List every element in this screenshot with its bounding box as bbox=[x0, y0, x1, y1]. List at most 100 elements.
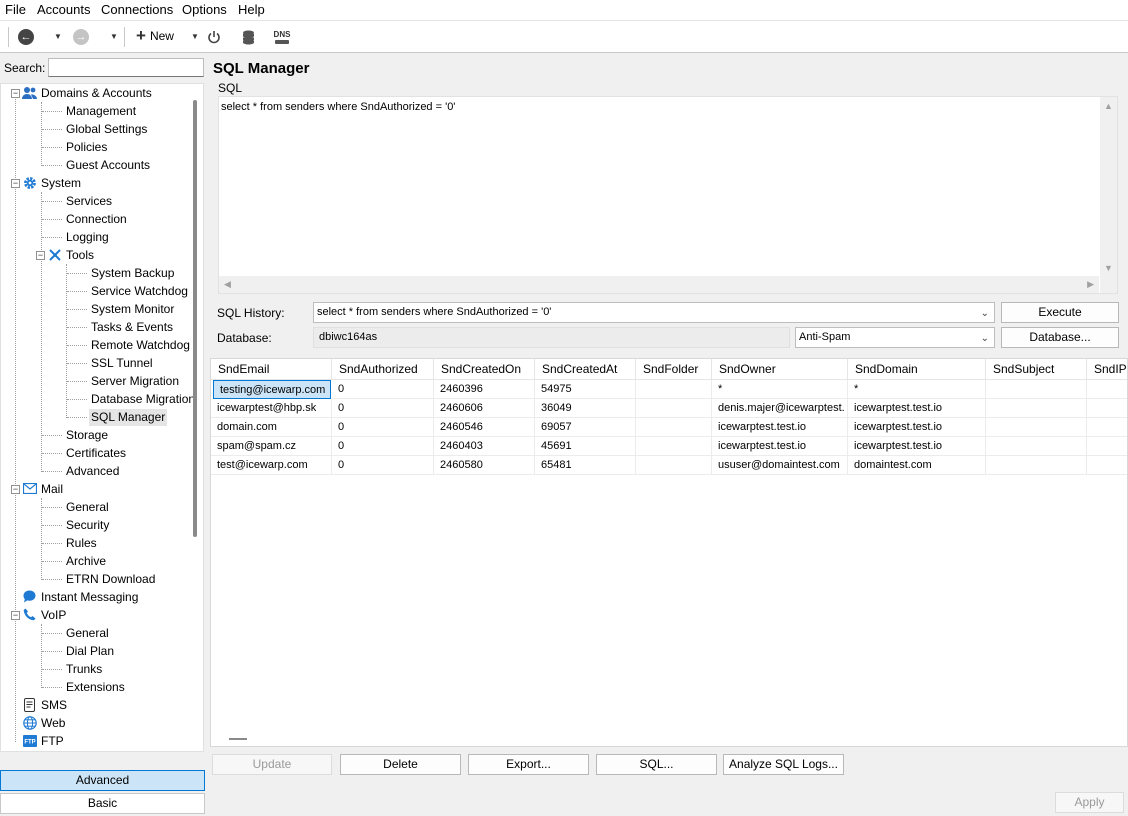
grid-cell[interactable] bbox=[1087, 418, 1127, 437]
grid-cell[interactable]: domaintest.com bbox=[848, 456, 986, 475]
grid-cell[interactable] bbox=[986, 399, 1087, 418]
grid-cell[interactable]: 2460606 bbox=[434, 399, 535, 418]
tree-item-etrn-download[interactable]: ETRN Download bbox=[66, 571, 155, 588]
grid-cell[interactable]: 2460580 bbox=[434, 456, 535, 475]
tree-item-service-watchdog[interactable]: Service Watchdog bbox=[91, 283, 188, 300]
grid-cell[interactable] bbox=[1087, 437, 1127, 456]
tree-item-system-monitor[interactable]: System Monitor bbox=[91, 301, 174, 318]
menu-accounts[interactable]: Accounts bbox=[37, 2, 90, 17]
grid-cell[interactable]: 45691 bbox=[535, 437, 636, 456]
grid-cell[interactable] bbox=[636, 437, 712, 456]
grid-cell[interactable] bbox=[986, 456, 1087, 475]
grid-cell[interactable]: 0 bbox=[332, 399, 434, 418]
grid-cell[interactable]: 0 bbox=[332, 437, 434, 456]
scroll-up-icon[interactable]: ▲ bbox=[1104, 101, 1113, 111]
grid-cell[interactable]: * bbox=[848, 380, 986, 399]
grid-cell[interactable]: 0 bbox=[332, 456, 434, 475]
tree-item-extensions[interactable]: Extensions bbox=[66, 679, 125, 696]
grid-cell[interactable] bbox=[1087, 399, 1127, 418]
sql-vertical-scrollbar[interactable]: ▲ ▼ bbox=[1100, 97, 1117, 293]
tree-item-web[interactable]: Web bbox=[41, 715, 65, 732]
grid-cell[interactable] bbox=[986, 418, 1087, 437]
back-button[interactable]: ← bbox=[18, 29, 34, 45]
tree-vertical-scrollbar[interactable] bbox=[193, 100, 197, 537]
tree-item-server-migration[interactable]: Server Migration bbox=[91, 373, 179, 390]
collapse-toggle[interactable]: − bbox=[11, 611, 20, 620]
sql-text[interactable]: select * from senders where SndAuthorize… bbox=[221, 101, 455, 113]
grid-cell[interactable] bbox=[1087, 380, 1127, 399]
tree-item-voip-general[interactable]: General bbox=[66, 625, 109, 642]
delete-button[interactable]: Delete bbox=[340, 754, 461, 775]
scroll-left-icon[interactable]: ◀ bbox=[224, 279, 231, 290]
menu-help[interactable]: Help bbox=[238, 2, 265, 17]
grid-cell[interactable] bbox=[636, 456, 712, 475]
tree-item-instant-messaging[interactable]: Instant Messaging bbox=[41, 589, 138, 606]
tree-item-services[interactable]: Services bbox=[66, 193, 112, 210]
collapse-toggle[interactable]: − bbox=[11, 89, 20, 98]
sql-horizontal-scrollbar[interactable]: ◀ ▶ bbox=[219, 276, 1099, 293]
grid-cell-selected[interactable]: testing@icewarp.com bbox=[213, 380, 331, 399]
tree-item-tasks-events[interactable]: Tasks & Events bbox=[91, 319, 173, 336]
column-header[interactable]: SndFolder bbox=[636, 359, 712, 380]
new-button[interactable]: + New bbox=[136, 27, 174, 44]
tree-item-mail[interactable]: Mail bbox=[41, 481, 63, 498]
tree-item-ftp[interactable]: FTP bbox=[41, 733, 64, 750]
tree-item-guest-accounts[interactable]: Guest Accounts bbox=[66, 157, 150, 174]
grid-cell[interactable] bbox=[636, 418, 712, 437]
menu-connections[interactable]: Connections bbox=[101, 2, 173, 17]
grid-cell[interactable]: spam@spam.cz bbox=[211, 437, 332, 456]
grid-cell[interactable]: test@icewarp.com bbox=[211, 456, 332, 475]
tree-item-mail-rules[interactable]: Rules bbox=[66, 535, 97, 552]
forward-dropdown-icon[interactable]: ▼ bbox=[110, 32, 118, 41]
results-grid[interactable]: SndEmail SndAuthorized SndCreatedOn SndC… bbox=[210, 358, 1128, 747]
tree-item-mail-security[interactable]: Security bbox=[66, 517, 109, 534]
tree-item-system[interactable]: System bbox=[41, 175, 81, 192]
column-header[interactable]: SndAuthorized bbox=[332, 359, 434, 380]
collapse-toggle[interactable]: − bbox=[36, 251, 45, 260]
column-header[interactable]: SndEmail bbox=[211, 359, 332, 380]
tree-item-connection[interactable]: Connection bbox=[66, 211, 127, 228]
database-button[interactable]: Database... bbox=[1001, 327, 1119, 348]
grid-cell[interactable]: icewarptest.test.io bbox=[712, 418, 848, 437]
tree-item-mail-general[interactable]: General bbox=[66, 499, 109, 516]
tree-item-mail-archive[interactable]: Archive bbox=[66, 553, 106, 570]
tree-item-logging[interactable]: Logging bbox=[66, 229, 109, 246]
grid-cell[interactable] bbox=[636, 380, 712, 399]
tree-item-dial-plan[interactable]: Dial Plan bbox=[66, 643, 114, 660]
grid-cell[interactable]: 0 bbox=[332, 418, 434, 437]
search-input[interactable] bbox=[48, 58, 204, 77]
tree-item-sms[interactable]: SMS bbox=[41, 697, 67, 714]
tree-item-remote-watchdog[interactable]: Remote Watchdog bbox=[91, 337, 190, 354]
collapse-toggle[interactable]: − bbox=[11, 485, 20, 494]
apply-button[interactable]: Apply bbox=[1055, 792, 1124, 813]
forward-button[interactable]: → bbox=[73, 29, 89, 45]
sql-button[interactable]: SQL... bbox=[596, 754, 717, 775]
tree-item-ssl-tunnel[interactable]: SSL Tunnel bbox=[91, 355, 153, 372]
grid-cell[interactable]: 2460546 bbox=[434, 418, 535, 437]
grid-cell[interactable]: 0 bbox=[332, 380, 434, 399]
tree-item-certificates[interactable]: Certificates bbox=[66, 445, 126, 462]
column-header[interactable]: SndIP bbox=[1087, 359, 1127, 380]
grid-cell[interactable] bbox=[986, 437, 1087, 456]
grid-cell[interactable]: icewarptest.test.io bbox=[848, 418, 986, 437]
dns-button[interactable]: DNS bbox=[272, 28, 292, 46]
collapse-toggle[interactable]: − bbox=[11, 179, 20, 188]
database-type-combo[interactable]: Anti-Spam ⌄ bbox=[795, 327, 995, 348]
scroll-down-icon[interactable]: ▼ bbox=[1104, 263, 1113, 273]
grid-cell[interactable]: 69057 bbox=[535, 418, 636, 437]
tree-item-trunks[interactable]: Trunks bbox=[66, 661, 102, 678]
column-header[interactable]: SndCreatedOn bbox=[434, 359, 535, 380]
grid-cell[interactable]: denis.majer@icewarptest. bbox=[712, 399, 848, 418]
grid-cell[interactable]: 2460403 bbox=[434, 437, 535, 456]
grid-cell[interactable]: domain.com bbox=[211, 418, 332, 437]
tree-item-system-backup[interactable]: System Backup bbox=[91, 265, 174, 282]
tree-item-database-migration[interactable]: Database Migration bbox=[91, 391, 195, 408]
database-button[interactable] bbox=[239, 28, 257, 46]
tree-item-voip[interactable]: VoIP bbox=[41, 607, 66, 624]
tree-item-advanced[interactable]: Advanced bbox=[66, 463, 119, 480]
tree-item-tools[interactable]: Tools bbox=[66, 247, 94, 264]
grid-cell[interactable]: icewarptest.test.io bbox=[848, 437, 986, 456]
update-button[interactable]: Update bbox=[212, 754, 332, 775]
grid-cell[interactable]: icewarptest@hbp.sk bbox=[211, 399, 332, 418]
tree-item-policies[interactable]: Policies bbox=[66, 139, 107, 156]
